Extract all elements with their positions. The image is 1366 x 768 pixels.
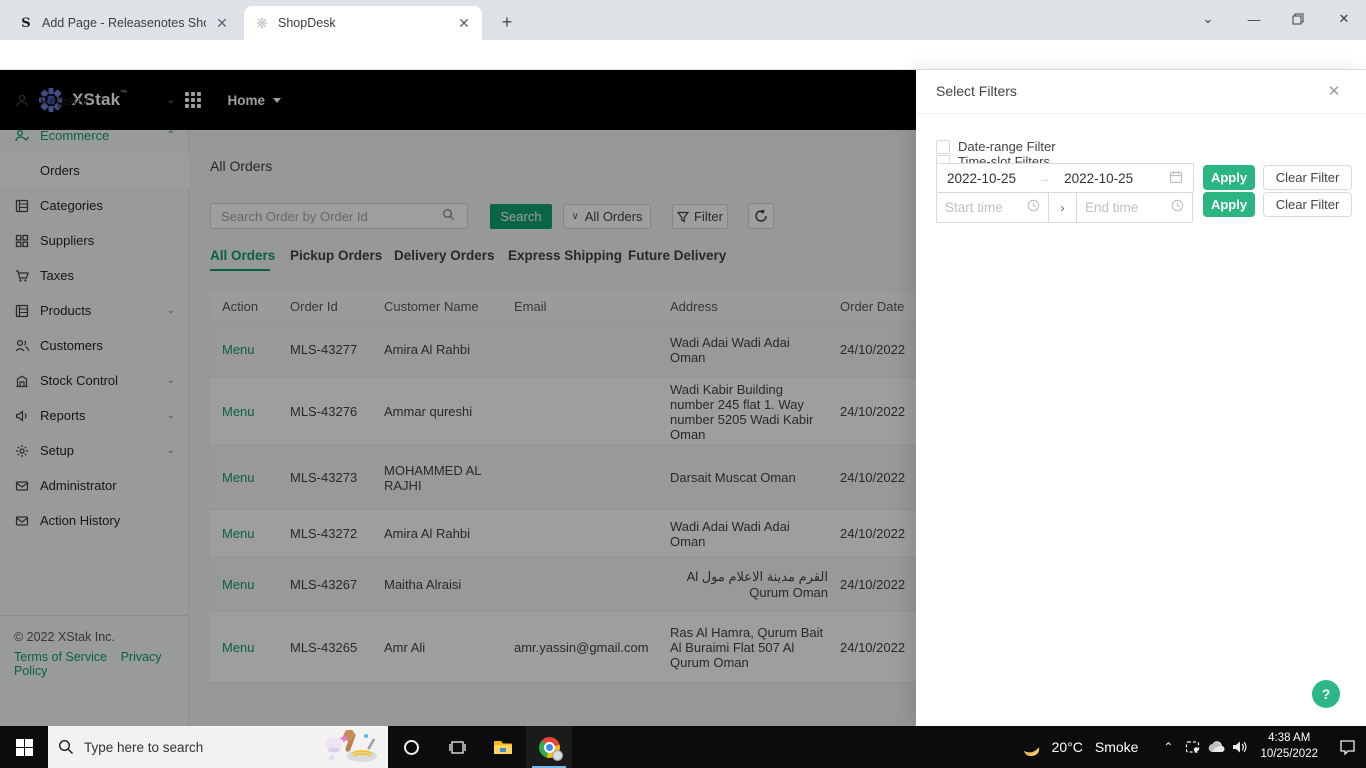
select-filters-panel: Select Filters ✕ Date-range Filter Time-… xyxy=(916,70,1366,726)
chrome-taskbar-button[interactable] xyxy=(526,726,572,768)
taskbar-search-input[interactable] xyxy=(84,740,284,755)
checkbox[interactable] xyxy=(936,140,950,154)
start-time-input[interactable] xyxy=(936,192,1049,223)
task-view-icon xyxy=(449,739,466,756)
shopdesk-favicon-icon: ❋ xyxy=(254,15,270,31)
clock-icon xyxy=(1171,199,1184,217)
taskbar-clock[interactable]: 4:38 AM 10/25/2022 xyxy=(1260,731,1318,762)
tray-volume-icon[interactable] xyxy=(1228,726,1252,768)
clock-icon xyxy=(1027,199,1040,217)
tray-onedrive-icon[interactable] xyxy=(1204,726,1228,768)
tab-title: Add Page - Releasenotes Shopde xyxy=(42,16,206,30)
taskbar-weather[interactable]: 20°C Smoke xyxy=(1020,737,1139,757)
taskbar-right: 20°C Smoke ⌃ 4:38 AM 10/25/2022 xyxy=(1020,726,1366,768)
start-button[interactable] xyxy=(0,726,48,768)
apply-date-filter-button[interactable]: Apply xyxy=(1203,165,1255,190)
cortana-button[interactable] xyxy=(388,726,434,768)
moon-weather-icon xyxy=(1020,737,1042,757)
task-view-button[interactable] xyxy=(434,726,480,768)
browser-tab-releasenotes[interactable]: S Add Page - Releasenotes Shopde ✕ xyxy=(8,6,240,40)
folder-icon xyxy=(493,739,513,756)
tab-close-icon[interactable]: ✕ xyxy=(214,15,230,32)
tray-cast-icon[interactable] xyxy=(1180,726,1204,768)
browser-tab-shopdesk[interactable]: ❋ ShopDesk ✕ xyxy=(244,6,482,40)
file-explorer-button[interactable] xyxy=(480,726,526,768)
date-range-input[interactable]: 2022-10-25 → 2022-10-25 xyxy=(936,163,1194,193)
browser-tabstrip: S Add Page - Releasenotes Shopde ✕ ❋ Sho… xyxy=(0,0,1366,40)
screen: S Add Page - Releasenotes Shopde ✕ ❋ Sho… xyxy=(0,0,1366,768)
start-time-field[interactable] xyxy=(945,200,1015,215)
window-minimize-button[interactable]: — xyxy=(1232,0,1276,38)
action-center-button[interactable] xyxy=(1328,726,1366,768)
new-tab-button[interactable]: + xyxy=(494,10,520,36)
cortana-circle-icon xyxy=(404,740,419,755)
panel-close-icon[interactable]: ✕ xyxy=(1324,82,1344,102)
weather-temp: 20°C xyxy=(1052,739,1083,755)
taskbar-search-box[interactable] xyxy=(48,726,388,768)
clock-time: 4:38 AM xyxy=(1260,731,1318,747)
clear-time-filter-button[interactable]: Clear Filter xyxy=(1263,192,1352,217)
windows-taskbar: 20°C Smoke ⌃ 4:38 AM 10/25/2022 xyxy=(0,726,1366,768)
chevron-up-icon: ⌃ xyxy=(1163,740,1173,754)
time-slot-inputs: › xyxy=(936,192,1193,223)
windows-logo-icon xyxy=(16,739,33,756)
end-time-input[interactable] xyxy=(1076,192,1193,223)
modal-dim-overlay[interactable] xyxy=(0,70,916,726)
date-from-value[interactable]: 2022-10-25 xyxy=(947,171,1016,186)
date-to-value[interactable]: 2022-10-25 xyxy=(1064,171,1133,186)
calendar-icon xyxy=(1169,170,1183,187)
tab-search-caret-icon[interactable]: ⌄ xyxy=(1186,0,1230,38)
end-time-field[interactable] xyxy=(1085,200,1155,215)
releasenotes-favicon-icon: S xyxy=(18,15,34,31)
chrome-profile-badge xyxy=(552,750,563,761)
panel-divider xyxy=(916,113,1366,114)
restore-icon xyxy=(1292,13,1304,25)
panel-title: Select Filters xyxy=(936,83,1017,99)
checkbox-label: Date-range Filter xyxy=(958,139,1056,154)
tray-expand-chevron[interactable]: ⌃ xyxy=(1156,726,1180,768)
range-arrow-icon: → xyxy=(1038,171,1050,185)
search-icon xyxy=(58,739,74,755)
browser-navbar: https://xap.xstak.com/shopdesk/ecommerce… xyxy=(0,40,1366,70)
weather-desc: Smoke xyxy=(1095,739,1139,755)
search-doodle-cooking-icon xyxy=(322,730,382,764)
window-close-button[interactable]: ✕ xyxy=(1322,0,1366,38)
clear-date-filter-button[interactable]: Clear Filter xyxy=(1263,165,1352,190)
tab-title: ShopDesk xyxy=(278,16,448,30)
clock-date: 10/25/2022 xyxy=(1260,747,1318,763)
window-restore-button[interactable] xyxy=(1276,0,1320,38)
time-range-separator: › xyxy=(1048,192,1077,223)
help-button[interactable]: ? xyxy=(1312,680,1340,708)
apply-time-filter-button[interactable]: Apply xyxy=(1203,192,1255,217)
tab-close-icon[interactable]: ✕ xyxy=(456,15,472,32)
date-range-filter-checkbox-row[interactable]: Date-range Filter xyxy=(936,139,1056,154)
action-center-icon xyxy=(1339,739,1356,755)
